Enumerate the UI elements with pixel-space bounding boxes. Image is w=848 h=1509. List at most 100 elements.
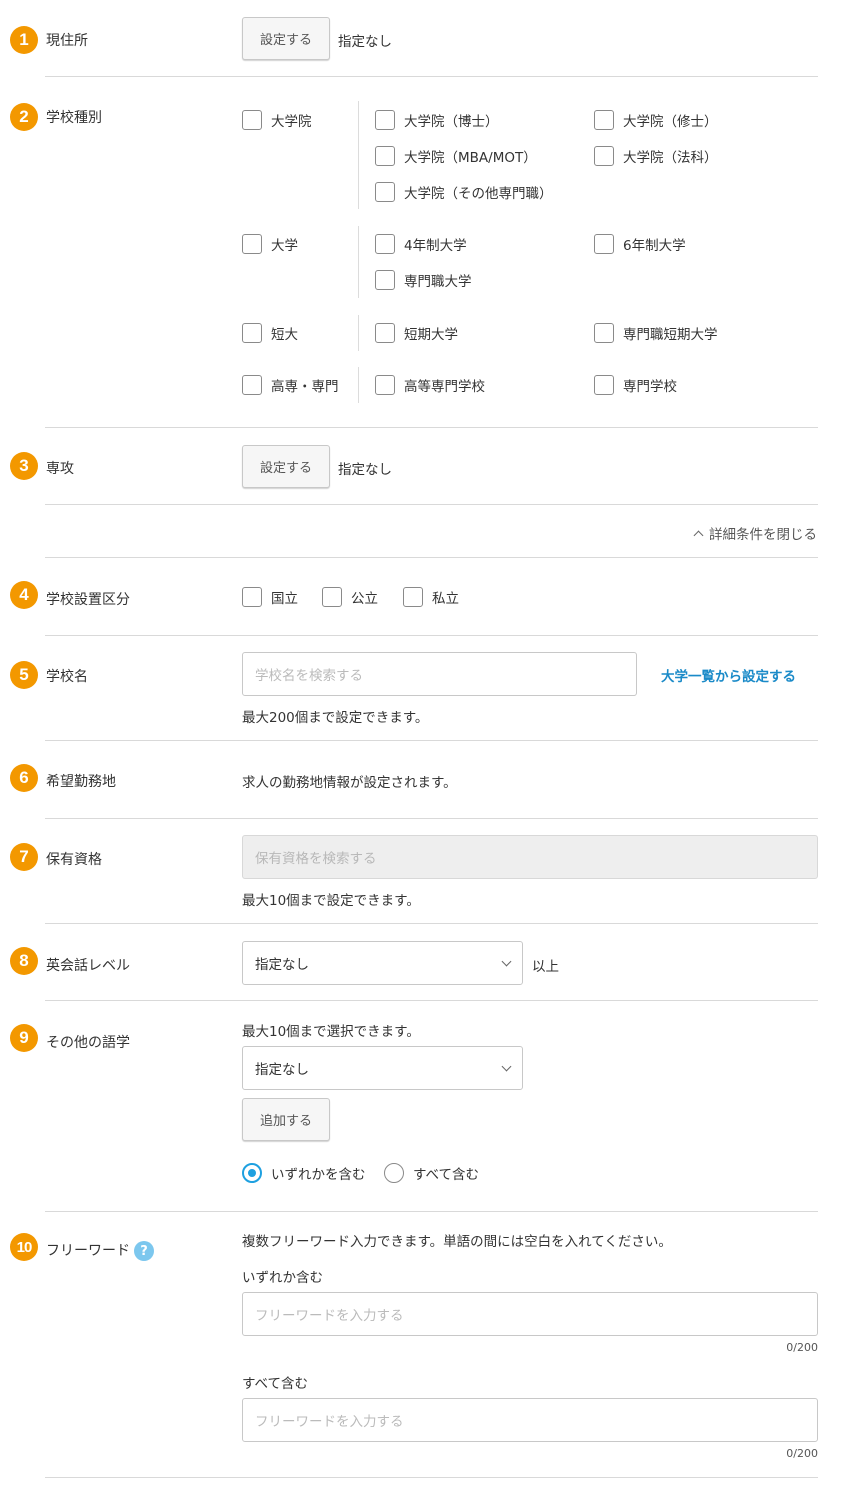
checkbox-vocational-school[interactable]: 専門学校	[594, 375, 677, 395]
divider	[45, 923, 818, 924]
divider	[45, 1477, 818, 1478]
major-value: 指定なし	[338, 462, 392, 478]
checkbox-university-professional[interactable]: 専門職大学	[375, 270, 472, 290]
checkbox-graduate-school[interactable]: 大学院	[242, 110, 312, 130]
checkbox-box[interactable]	[375, 375, 395, 395]
divider	[45, 427, 818, 428]
checkbox-box[interactable]	[242, 375, 262, 395]
section-label-school-type: 学校種別	[46, 110, 102, 126]
section-number-badge: 3	[10, 452, 38, 480]
divider	[45, 740, 818, 741]
checkbox-box[interactable]	[594, 146, 614, 166]
radio-contains-all[interactable]: すべて含む	[384, 1163, 479, 1183]
university-list-link[interactable]: 大学一覧から設定する	[661, 665, 796, 685]
checkbox-university-4year[interactable]: 4年制大学	[375, 234, 467, 254]
free-word-all-counter: 0/200	[786, 1447, 818, 1460]
details-toggle-label: 詳細条件を閉じる	[709, 527, 817, 543]
group-divider	[358, 226, 359, 298]
checkbox-label: 専門職短期大学	[623, 327, 718, 343]
checkbox-box[interactable]	[242, 323, 262, 343]
checkbox-label: 高等専門学校	[404, 379, 485, 395]
checkbox-box[interactable]	[242, 587, 262, 607]
checkbox-university-6year[interactable]: 6年制大学	[594, 234, 686, 254]
english-level-suffix: 以上	[532, 959, 559, 975]
free-word-all-input[interactable]: フリーワードを入力する	[242, 1398, 818, 1442]
add-language-button[interactable]: 追加する	[242, 1098, 330, 1141]
divider	[45, 76, 818, 77]
major-set-button[interactable]: 設定する	[242, 445, 330, 488]
divider	[45, 557, 818, 558]
section-number-badge: 6	[10, 764, 38, 792]
current-address-value: 指定なし	[338, 34, 392, 50]
free-word-all-label: すべて含む	[242, 1376, 309, 1392]
divider	[45, 818, 818, 819]
checkbox-label: 大学院（修士）	[623, 114, 718, 130]
free-word-any-input[interactable]: フリーワードを入力する	[242, 1292, 818, 1336]
section-label-qualifications: 保有資格	[46, 852, 102, 868]
current-address-set-button[interactable]: 設定する	[242, 17, 330, 60]
free-word-label-text: フリーワード	[46, 1243, 130, 1259]
section-label-english-level: 英会話レベル	[46, 958, 130, 974]
checkbox-box[interactable]	[242, 234, 262, 254]
qualifications-search-input[interactable]: 保有資格を検索する	[242, 835, 818, 879]
checkbox-university[interactable]: 大学	[242, 234, 298, 254]
school-name-note: 最大200個まで設定できます。	[242, 710, 429, 726]
checkbox-label: 専門学校	[623, 379, 677, 395]
radio-label: すべて含む	[413, 1167, 480, 1183]
checkbox-graduate-doctor[interactable]: 大学院（博士）	[375, 110, 499, 130]
radio-unselected-icon[interactable]	[384, 1163, 404, 1183]
checkbox-box[interactable]	[375, 234, 395, 254]
checkbox-national[interactable]: 国立	[242, 587, 298, 607]
checkbox-box[interactable]	[594, 323, 614, 343]
checkbox-box[interactable]	[375, 323, 395, 343]
checkbox-box[interactable]	[594, 110, 614, 130]
checkbox-box[interactable]	[375, 270, 395, 290]
section-number-badge: 8	[10, 947, 38, 975]
checkbox-box[interactable]	[322, 587, 342, 607]
work-location-text: 求人の勤務地情報が設定されます。	[242, 775, 457, 791]
details-toggle-link[interactable]: 詳細条件を閉じる	[693, 523, 817, 543]
help-icon[interactable]: ?	[134, 1241, 154, 1261]
checkbox-label: 高専・専門	[271, 379, 339, 395]
checkbox-public[interactable]: 公立	[322, 587, 378, 607]
checkbox-graduate-master[interactable]: 大学院（修士）	[594, 110, 718, 130]
checkbox-technical-college[interactable]: 高等専門学校	[375, 375, 485, 395]
english-level-selected: 指定なし	[255, 957, 309, 973]
chevron-down-icon	[501, 1061, 512, 1072]
section-number-badge: 7	[10, 843, 38, 871]
checkbox-box[interactable]	[242, 110, 262, 130]
free-word-description: 複数フリーワード入力できます。単語の間には空白を入れてください。	[242, 1234, 672, 1250]
other-languages-selected: 指定なし	[255, 1062, 309, 1078]
school-name-search-input[interactable]: 学校名を検索する	[242, 652, 637, 696]
checkbox-junior-college-short[interactable]: 短期大学	[375, 323, 458, 343]
checkbox-graduate-other[interactable]: 大学院（その他専門職）	[375, 182, 553, 202]
section-number-badge: 10	[10, 1233, 38, 1261]
checkbox-label: 大学院	[271, 114, 312, 130]
checkbox-label: 大学院（法科）	[623, 150, 718, 166]
other-languages-select[interactable]: 指定なし	[242, 1046, 523, 1090]
checkbox-label: 4年制大学	[404, 238, 467, 254]
checkbox-junior-college-professional[interactable]: 専門職短期大学	[594, 323, 718, 343]
checkbox-label: 専門職大学	[404, 274, 472, 290]
section-number-badge: 4	[10, 581, 38, 609]
checkbox-box[interactable]	[594, 375, 614, 395]
checkbox-label: 大学	[271, 238, 298, 254]
english-level-select[interactable]: 指定なし	[242, 941, 523, 985]
checkbox-box[interactable]	[375, 110, 395, 130]
checkbox-graduate-mba[interactable]: 大学院（MBA/MOT）	[375, 146, 537, 166]
radio-contains-any[interactable]: いずれかを含む	[242, 1163, 366, 1183]
chevron-up-icon	[693, 530, 704, 540]
checkbox-label: 大学院（MBA/MOT）	[404, 150, 537, 166]
checkbox-technical[interactable]: 高専・専門	[242, 375, 339, 395]
checkbox-graduate-law[interactable]: 大学院（法科）	[594, 146, 718, 166]
divider	[45, 1000, 818, 1001]
checkbox-box[interactable]	[594, 234, 614, 254]
checkbox-box[interactable]	[375, 182, 395, 202]
section-number-badge: 1	[10, 26, 38, 54]
checkbox-private[interactable]: 私立	[403, 587, 459, 607]
radio-selected-icon[interactable]	[242, 1163, 262, 1183]
checkbox-box[interactable]	[375, 146, 395, 166]
checkbox-label: 大学院（その他専門職）	[404, 186, 553, 202]
checkbox-junior-college[interactable]: 短大	[242, 323, 298, 343]
checkbox-box[interactable]	[403, 587, 423, 607]
